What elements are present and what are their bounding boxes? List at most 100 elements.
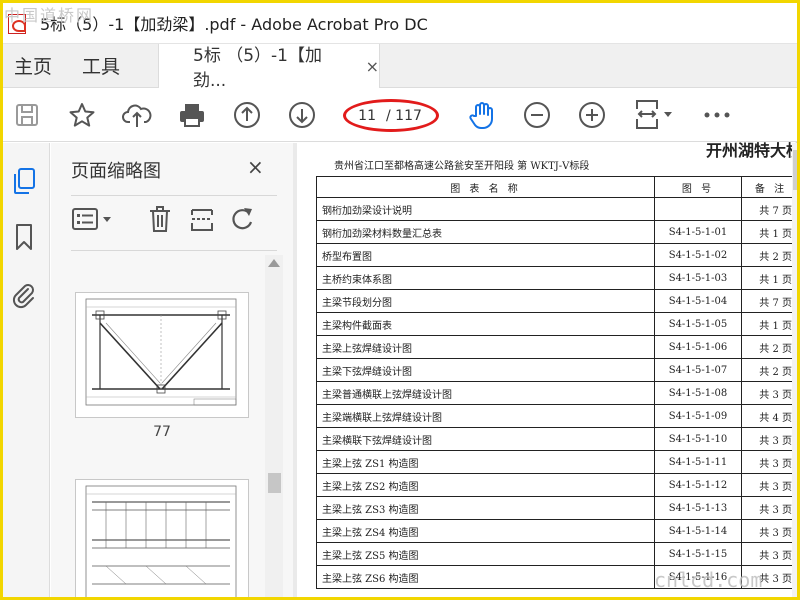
table-row: 主梁上弦 ZS3 构造图 S4-1-5-1-13 共 3 页 — [316, 496, 800, 520]
cell-drawing-name: 桥型布置图 — [316, 243, 655, 267]
scrollbar-thumb[interactable] — [268, 473, 281, 493]
cell-drawing-name: 主梁普通横联上弦焊缝设计图 — [316, 381, 655, 405]
table-row: 主梁上弦 ZS1 构造图 S4-1-5-1-11 共 3 页 — [316, 450, 800, 474]
page-thumbnail[interactable] — [75, 292, 249, 418]
cell-drawing-code: S4-1-5-1-04 — [654, 289, 742, 313]
table-row: 主梁普通横联上弦焊缝设计图 S4-1-5-1-08 共 3 页 — [316, 381, 800, 405]
star-icon[interactable] — [65, 98, 99, 132]
cell-drawing-code: S4-1-5-1-15 — [654, 542, 742, 566]
zoom-out-icon[interactable] — [520, 98, 554, 132]
cell-drawing-code: S4-1-5-1-03 — [654, 266, 742, 290]
cell-drawing-code: S4-1-5-1-05 — [654, 312, 742, 336]
panel-divider — [71, 250, 277, 251]
options-icon[interactable] — [69, 201, 117, 237]
table-row: 主梁端横联上弦焊缝设计图 S4-1-5-1-09 共 4 页 — [316, 404, 800, 428]
cell-drawing-name: 主梁上弦 ZS1 构造图 — [316, 450, 655, 474]
table-row: 主梁下弦焊缝设计图 S4-1-5-1-07 共 2 页 — [316, 358, 800, 382]
tab-bar: 主页 工具 5标 （5）-1【加劲... × — [0, 44, 800, 91]
cell-drawing-code: S4-1-5-1-11 — [654, 450, 742, 474]
fit-page-icon[interactable] — [630, 98, 676, 132]
cell-drawing-name: 主梁上弦 ZS2 构造图 — [316, 473, 655, 497]
rotate-icon[interactable] — [227, 201, 257, 237]
pages-icon[interactable] — [9, 165, 39, 197]
thumbnail-scrollbar[interactable] — [265, 255, 283, 600]
cell-drawing-name: 主梁上弦 ZS5 构造图 — [316, 542, 655, 566]
site-watermark: cnlcd.com — [654, 568, 763, 592]
table-row: 主梁节段划分图 S4-1-5-1-04 共 7 页 — [316, 289, 800, 313]
tab-document[interactable]: 5标 （5）-1【加劲... × — [158, 44, 380, 91]
delete-icon[interactable] — [143, 201, 177, 237]
cell-drawing-code: S4-1-5-1-09 — [654, 404, 742, 428]
panel-title: 页面缩略图 — [71, 161, 161, 182]
project-line: 贵州省江口至都格高速公路瓮安至开阳段 第 WKTJ-Ⅴ标段 — [334, 161, 590, 172]
cell-drawing-code: S4-1-5-1-14 — [654, 519, 742, 543]
table-row: 主梁上弦焊缝设计图 S4-1-5-1-06 共 2 页 — [316, 335, 800, 359]
highlight-oval — [343, 99, 439, 132]
navigation-rail — [0, 143, 50, 600]
table-row: 桥型布置图 S4-1-5-1-02 共 2 页 — [316, 243, 800, 267]
cell-drawing-code: S4-1-5-1-02 — [654, 243, 742, 267]
table-row: 主梁上弦 ZS4 构造图 S4-1-5-1-14 共 3 页 — [316, 519, 800, 543]
cell-drawing-code: S4-1-5-1-12 — [654, 473, 742, 497]
cell-drawing-name: 主梁构件截面表 — [316, 312, 655, 336]
thumbnail-drawing — [85, 485, 237, 600]
cell-drawing-name: 主梁上弦 ZS6 构造图 — [316, 565, 655, 589]
cell-drawing-name: 主梁横联下弦焊缝设计图 — [316, 427, 655, 451]
tab-tools[interactable]: 工具 — [68, 44, 156, 87]
close-tab-icon[interactable]: × — [366, 57, 379, 76]
document-scroll-thumb[interactable] — [793, 150, 799, 190]
column-header-name: 图 表 名 称 — [316, 176, 655, 198]
extract-icon[interactable] — [185, 201, 219, 237]
table-row: 主桥约束体系图 S4-1-5-1-03 共 1 页 — [316, 266, 800, 290]
print-icon[interactable] — [175, 98, 209, 132]
cell-drawing-code: S4-1-5-1-01 — [654, 220, 742, 244]
attachment-icon[interactable] — [9, 279, 39, 311]
table-row: 主梁构件截面表 S4-1-5-1-05 共 1 页 — [316, 312, 800, 336]
document-scrollbar[interactable] — [792, 143, 800, 600]
save-icon[interactable] — [10, 98, 44, 132]
cell-drawing-name: 钢桁加劲梁设计说明 — [316, 197, 655, 221]
drawing-index-table: 图 表 名 称 图 号 备 注 钢桁加劲梁设计说明共 7 页钢桁加劲梁材料数量汇… — [316, 176, 800, 589]
cell-drawing-name: 主桥约束体系图 — [316, 266, 655, 290]
cell-drawing-code — [654, 197, 742, 221]
cell-drawing-name: 主梁上弦 ZS3 构造图 — [316, 496, 655, 520]
more-icon[interactable] — [700, 98, 734, 132]
panel-divider — [71, 195, 277, 196]
page-thumbnails-panel: 页面缩略图 × 77 — [51, 143, 293, 600]
hand-tool-icon[interactable] — [465, 98, 499, 132]
tab-home[interactable]: 主页 — [0, 44, 68, 87]
next-page-icon[interactable] — [285, 98, 319, 132]
table-body: 钢桁加劲梁设计说明共 7 页钢桁加劲梁材料数量汇总表 S4-1-5-1-01 共 1… — [316, 197, 800, 589]
cell-drawing-name: 主梁下弦焊缝设计图 — [316, 358, 655, 382]
column-header-code: 图 号 — [654, 176, 742, 198]
page-thumbnail[interactable] — [75, 479, 249, 600]
scroll-up-icon[interactable] — [268, 259, 280, 267]
cell-drawing-code: S4-1-5-1-08 — [654, 381, 742, 405]
cell-drawing-code: S4-1-5-1-13 — [654, 496, 742, 520]
cell-drawing-name: 主梁节段划分图 — [316, 289, 655, 313]
close-panel-icon[interactable]: × — [247, 155, 264, 179]
cell-drawing-code: S4-1-5-1-07 — [654, 358, 742, 382]
cell-drawing-code: S4-1-5-1-06 — [654, 335, 742, 359]
bookmark-icon[interactable] — [9, 221, 39, 253]
cell-drawing-name: 主梁端横联上弦焊缝设计图 — [316, 404, 655, 428]
thumbnail-drawing — [85, 298, 237, 406]
table-row: 钢桁加劲梁材料数量汇总表 S4-1-5-1-01 共 1 页 — [316, 220, 800, 244]
document-heading: 开州湖特大桥 — [706, 141, 800, 160]
table-row: 主梁上弦 ZS2 构造图 S4-1-5-1-12 共 3 页 — [316, 473, 800, 497]
table-header-row: 图 表 名 称 图 号 备 注 — [316, 176, 800, 198]
cell-drawing-code: S4-1-5-1-10 — [654, 427, 742, 451]
cloud-upload-icon[interactable] — [120, 98, 154, 132]
watermark-text: 中国道桥网 — [4, 6, 95, 25]
zoom-in-icon[interactable] — [575, 98, 609, 132]
table-row: 主梁上弦 ZS5 构造图 S4-1-5-1-15 共 3 页 — [316, 542, 800, 566]
thumbnail-page-number: 77 — [153, 424, 171, 440]
previous-page-icon[interactable] — [230, 98, 264, 132]
document-tab-label: 5标 （5）-1【加劲... — [193, 46, 322, 91]
window-title: 5标（5）-1【加劲梁】.pdf - Adobe Acrobat Pro DC — [40, 14, 428, 34]
cell-drawing-name: 主梁上弦 ZS4 构造图 — [316, 519, 655, 543]
cell-drawing-name: 钢桁加劲梁材料数量汇总表 — [316, 220, 655, 244]
cell-drawing-name: 主梁上弦焊缝设计图 — [316, 335, 655, 359]
table-row: 钢桁加劲梁设计说明共 7 页 — [316, 197, 800, 221]
table-row: 主梁横联下弦焊缝设计图 S4-1-5-1-10 共 3 页 — [316, 427, 800, 451]
